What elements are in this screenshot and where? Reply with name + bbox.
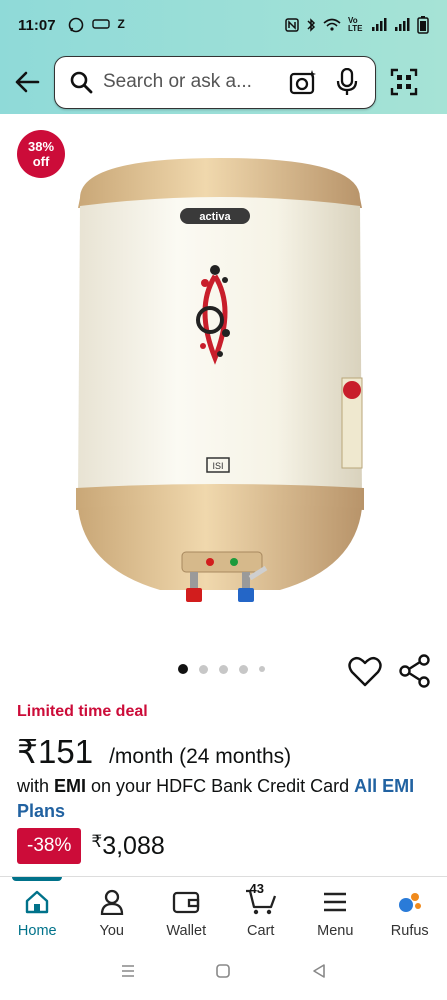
nav-item-home[interactable]: Home xyxy=(0,877,75,946)
nav-label-home: Home xyxy=(17,923,57,939)
nav-label-menu: Menu xyxy=(317,923,354,939)
mrp-currency-symbol: ₹ xyxy=(91,831,103,851)
status-right-icons: Vo LTE xyxy=(285,16,429,34)
nav-item-rufus[interactable]: Rufus xyxy=(373,877,447,946)
brand-logo: activa xyxy=(199,211,231,223)
home-system-button[interactable] xyxy=(215,963,231,984)
cart-count-badge: 43 xyxy=(249,881,264,896)
z-icon: Z xyxy=(117,17,125,31)
search-icon xyxy=(70,71,93,94)
mrp-price: ₹3,088 xyxy=(91,832,164,861)
voice-search-button[interactable] xyxy=(329,64,365,100)
discount-badge-percent: 38% xyxy=(27,139,55,154)
deal-label: Limited time deal xyxy=(17,703,148,720)
carousel-dot xyxy=(199,664,208,674)
search-input[interactable]: Search or ask a... xyxy=(103,71,277,93)
nfc-icon xyxy=(285,18,299,32)
home-icon xyxy=(24,887,50,917)
bottom-navigation: Home You Wallet 43 Cart Menu Rufus xyxy=(0,876,447,946)
wifi-icon xyxy=(323,18,341,31)
rufus-icon xyxy=(397,887,423,917)
back-button[interactable] xyxy=(0,55,54,109)
camera-icon xyxy=(289,70,316,95)
system-navigation-bar xyxy=(0,946,447,1000)
home-square-icon xyxy=(216,963,231,978)
battery-icon xyxy=(417,16,429,34)
signal-icon-2 xyxy=(395,18,410,31)
wallet-icon xyxy=(172,887,200,917)
carousel-dot xyxy=(178,664,188,674)
signal-icon xyxy=(372,18,387,31)
carousel-dot xyxy=(239,664,248,674)
camera-search-button[interactable] xyxy=(285,64,321,100)
emi-amount: ₹151 xyxy=(17,733,94,770)
discount-row: -38% ₹3,088 xyxy=(17,828,165,864)
status-time: 11:07 xyxy=(18,16,56,34)
heart-icon xyxy=(348,656,382,687)
discount-badge-suffix: off xyxy=(32,154,50,169)
nav-label-you: You xyxy=(99,923,124,939)
carousel-dot xyxy=(219,664,228,674)
emi-text-bold: EMI xyxy=(54,776,87,796)
emi-text-prefix: with xyxy=(17,776,55,796)
nav-item-menu[interactable]: Menu xyxy=(298,877,373,946)
menu-icon xyxy=(322,887,348,917)
qr-scan-icon xyxy=(390,68,418,96)
emi-text-suffix: on your HDFC Bank Credit Card xyxy=(86,776,355,796)
header: Search or ask a... xyxy=(0,50,447,114)
product-image: activa ISI xyxy=(76,158,364,602)
bluetooth-icon xyxy=(307,18,316,32)
nav-item-wallet[interactable]: Wallet xyxy=(149,877,224,946)
discount-badge: 38% off xyxy=(17,130,65,178)
nav-item-you[interactable]: You xyxy=(75,877,150,946)
microphone-icon xyxy=(336,68,358,95)
emi-period: /month (24 months) xyxy=(109,745,292,768)
volte-label: Vo LTE xyxy=(348,16,363,33)
back-triangle-icon xyxy=(313,963,325,978)
carousel-indicator xyxy=(178,664,265,674)
recent-apps-button[interactable] xyxy=(120,963,136,984)
discount-chip: -38% xyxy=(17,828,82,864)
nav-item-cart[interactable]: 43 Cart xyxy=(224,877,299,946)
search-bar[interactable]: Search or ask a... xyxy=(54,55,376,109)
share-button[interactable] xyxy=(399,654,431,688)
status-left-icons: Z xyxy=(68,17,125,33)
vpn-icon xyxy=(91,19,110,29)
svg-text:ISI: ISI xyxy=(212,461,223,471)
product-image-carousel[interactable]: 38% off activa ISI xyxy=(0,114,447,654)
back-system-button[interactable] xyxy=(311,963,327,984)
scan-button[interactable] xyxy=(382,60,426,104)
emi-price-row: ₹151 /month (24 months) xyxy=(17,732,291,771)
arrow-left-icon xyxy=(15,71,40,93)
status-bar: 11:07 Z Vo LTE xyxy=(0,0,447,50)
wishlist-button[interactable] xyxy=(348,656,382,688)
user-icon xyxy=(100,887,124,917)
nav-label-wallet: Wallet xyxy=(166,923,207,939)
nav-label-cart: Cart xyxy=(247,923,275,939)
nav-label-rufus: Rufus xyxy=(390,923,429,939)
share-icon xyxy=(399,654,430,688)
recent-apps-icon xyxy=(121,964,134,977)
carousel-dot xyxy=(259,666,265,672)
emi-description: with EMI on your HDFC Bank Credit Card A… xyxy=(17,774,437,824)
mrp-value: 3,088 xyxy=(102,831,165,860)
whatsapp-icon xyxy=(68,17,83,33)
